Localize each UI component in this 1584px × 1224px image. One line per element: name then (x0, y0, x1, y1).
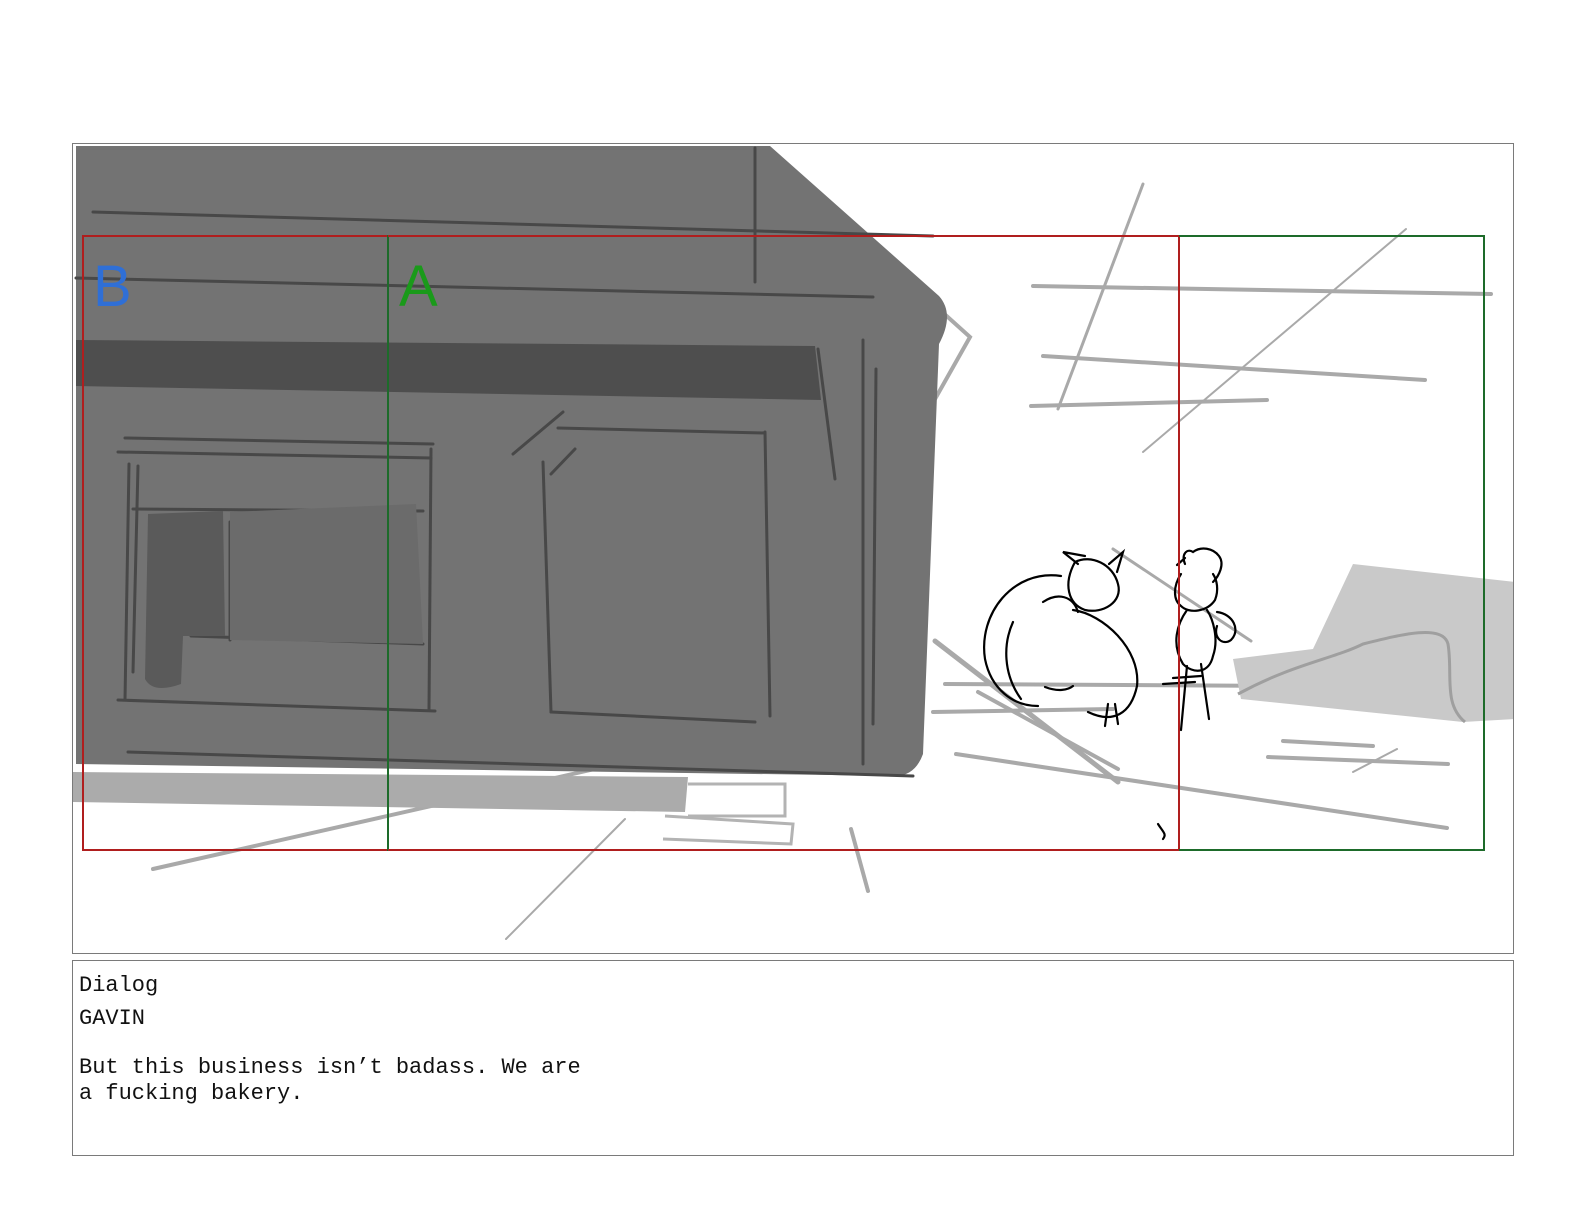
dialog-line: But this business isn’t badass. We are a… (79, 1055, 594, 1106)
dialog-box: Dialog GAVIN But this business isn’t bad… (72, 960, 1514, 1156)
storyboard-panel: B A (72, 143, 1514, 954)
building-shadow (73, 772, 688, 812)
sidewalk-object (1233, 564, 1513, 722)
panel-drawing: B A (73, 146, 1513, 940)
frame-label-b: B (93, 254, 132, 319)
speaker-name: GAVIN (79, 1006, 146, 1031)
dialog-heading: Dialog (79, 973, 159, 998)
frame-label-a: A (399, 254, 438, 319)
building (74, 146, 947, 778)
characters-sketch (983, 547, 1237, 841)
